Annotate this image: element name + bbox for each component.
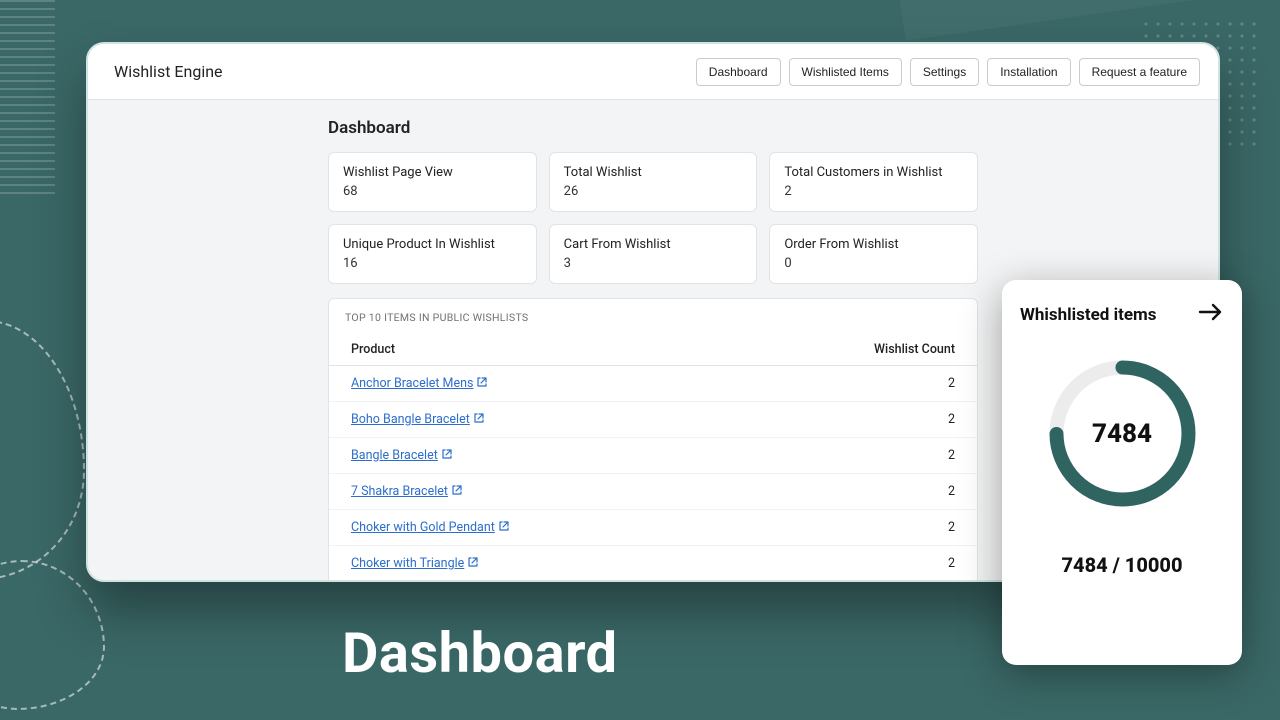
product-link[interactable]: Bangle Bracelet [351,448,438,463]
table-row: Bangle Bracelet 2 [329,438,977,474]
product-link[interactable]: Anchor Bracelet Mens [351,376,473,391]
nav-installation[interactable]: Installation [987,58,1070,86]
wishlist-count: 2 [729,474,977,510]
top-items-card: TOP 10 ITEMS IN PUBLIC WISHLISTS Product… [328,298,978,582]
external-link-icon[interactable] [477,377,487,390]
donut-center-value: 7484 [1045,356,1200,511]
product-link[interactable]: Boho Bangle Bracelet [351,412,470,427]
stat-card: Total Wishlist 26 [549,152,758,212]
stat-card: Order From Wishlist 0 [769,224,978,284]
nav-request-feature[interactable]: Request a feature [1079,58,1200,86]
hero-caption: Dashboard [342,620,618,686]
arrow-right-icon[interactable] [1198,302,1224,328]
table-row: Choker with Triangle 2 [329,546,977,582]
usage-ratio: 7484 / 10000 [1062,553,1183,577]
table-row: Boho Bangle Bracelet 2 [329,402,977,438]
stat-label: Wishlist Page View [343,165,522,180]
stat-value: 0 [784,256,963,271]
stat-card: Wishlist Page View 68 [328,152,537,212]
widget-title: Whishlisted items [1020,305,1157,325]
col-product: Product [329,334,729,366]
nav-dashboard[interactable]: Dashboard [696,58,781,86]
topbar: Wishlist Engine Dashboard Wishlisted Ite… [88,44,1218,100]
wishlist-count: 2 [729,510,977,546]
decor-blob [0,320,85,580]
stat-cards: Wishlist Page View 68 Total Wishlist 26 … [328,152,978,284]
stat-card: Unique Product In Wishlist 16 [328,224,537,284]
product-link[interactable]: Choker with Gold Pendant [351,520,495,535]
decor-stripes [0,0,55,200]
wishlist-count: 2 [729,438,977,474]
usage-donut: 7484 [1045,356,1200,511]
page-title: Dashboard [328,118,978,138]
stat-card: Total Customers in Wishlist 2 [769,152,978,212]
wishlist-count: 2 [729,366,977,402]
product-link[interactable]: 7 Shakra Bracelet [351,484,448,499]
wishlist-count: 2 [729,582,977,583]
stat-label: Total Customers in Wishlist [784,165,963,180]
table-row: 7 Shakra Bracelet 2 [329,474,977,510]
stat-value: 3 [564,256,743,271]
table-row: Choker with Bead2 [329,582,977,583]
external-link-icon[interactable] [468,557,478,570]
stat-value: 68 [343,184,522,199]
table-row: Choker with Gold Pendant 2 [329,510,977,546]
stat-card: Cart From Wishlist 3 [549,224,758,284]
wishlist-count: 2 [729,402,977,438]
wishlisted-widget: Whishlisted items 7484 7484 / 10000 [1002,280,1242,665]
product-link[interactable]: Choker with Triangle [351,556,464,571]
external-link-icon[interactable] [499,521,509,534]
stat-label: Order From Wishlist [784,237,963,252]
decor-blob [0,560,105,710]
table-row: Anchor Bracelet Mens 2 [329,366,977,402]
external-link-icon[interactable] [452,485,462,498]
top-items-table: Product Wishlist Count Anchor Bracelet M… [329,334,977,582]
external-link-icon[interactable] [442,449,452,462]
stat-value: 2 [784,184,963,199]
stat-value: 26 [564,184,743,199]
topbar-nav: Dashboard Wishlisted Items Settings Inst… [696,58,1200,86]
wishlist-count: 2 [729,546,977,582]
app-title: Wishlist Engine [114,62,223,81]
stat-label: Unique Product In Wishlist [343,237,522,252]
col-count: Wishlist Count [729,334,977,366]
stat-label: Cart From Wishlist [564,237,743,252]
nav-settings[interactable]: Settings [910,58,979,86]
widget-header: Whishlisted items [1020,302,1224,328]
top-items-title: TOP 10 ITEMS IN PUBLIC WISHLISTS [329,311,977,334]
nav-wishlisted-items[interactable]: Wishlisted Items [789,58,902,86]
stat-label: Total Wishlist [564,165,743,180]
stat-value: 16 [343,256,522,271]
external-link-icon[interactable] [474,413,484,426]
